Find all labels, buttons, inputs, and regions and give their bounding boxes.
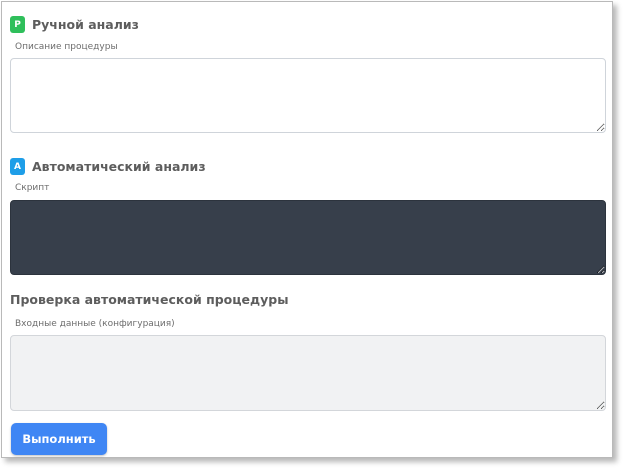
script-label: Скрипт (15, 183, 50, 193)
procedure-description-input[interactable] (10, 58, 606, 133)
procedure-description-label: Описание процедуры (15, 42, 118, 52)
input-config-label: Входные данные (конфигурация) (15, 319, 175, 329)
automatic-analysis-badge: A (10, 158, 25, 175)
manual-analysis-title: Ручной анализ (32, 17, 139, 32)
script-input[interactable] (10, 200, 606, 275)
run-button[interactable]: Выполнить (11, 423, 107, 455)
manual-analysis-badge: P (10, 16, 25, 33)
procedure-check-title: Проверка автоматической процедуры (10, 292, 289, 307)
automatic-analysis-title: Автоматический анализ (32, 159, 206, 174)
automatic-analysis-header: A Автоматический анализ (10, 158, 206, 175)
manual-analysis-header: P Ручной анализ (10, 16, 139, 33)
analysis-panel: P Ручной анализ Описание процедуры A Авт… (1, 1, 613, 458)
input-config-input[interactable] (10, 335, 606, 411)
procedure-check-header: Проверка автоматической процедуры (10, 292, 289, 307)
